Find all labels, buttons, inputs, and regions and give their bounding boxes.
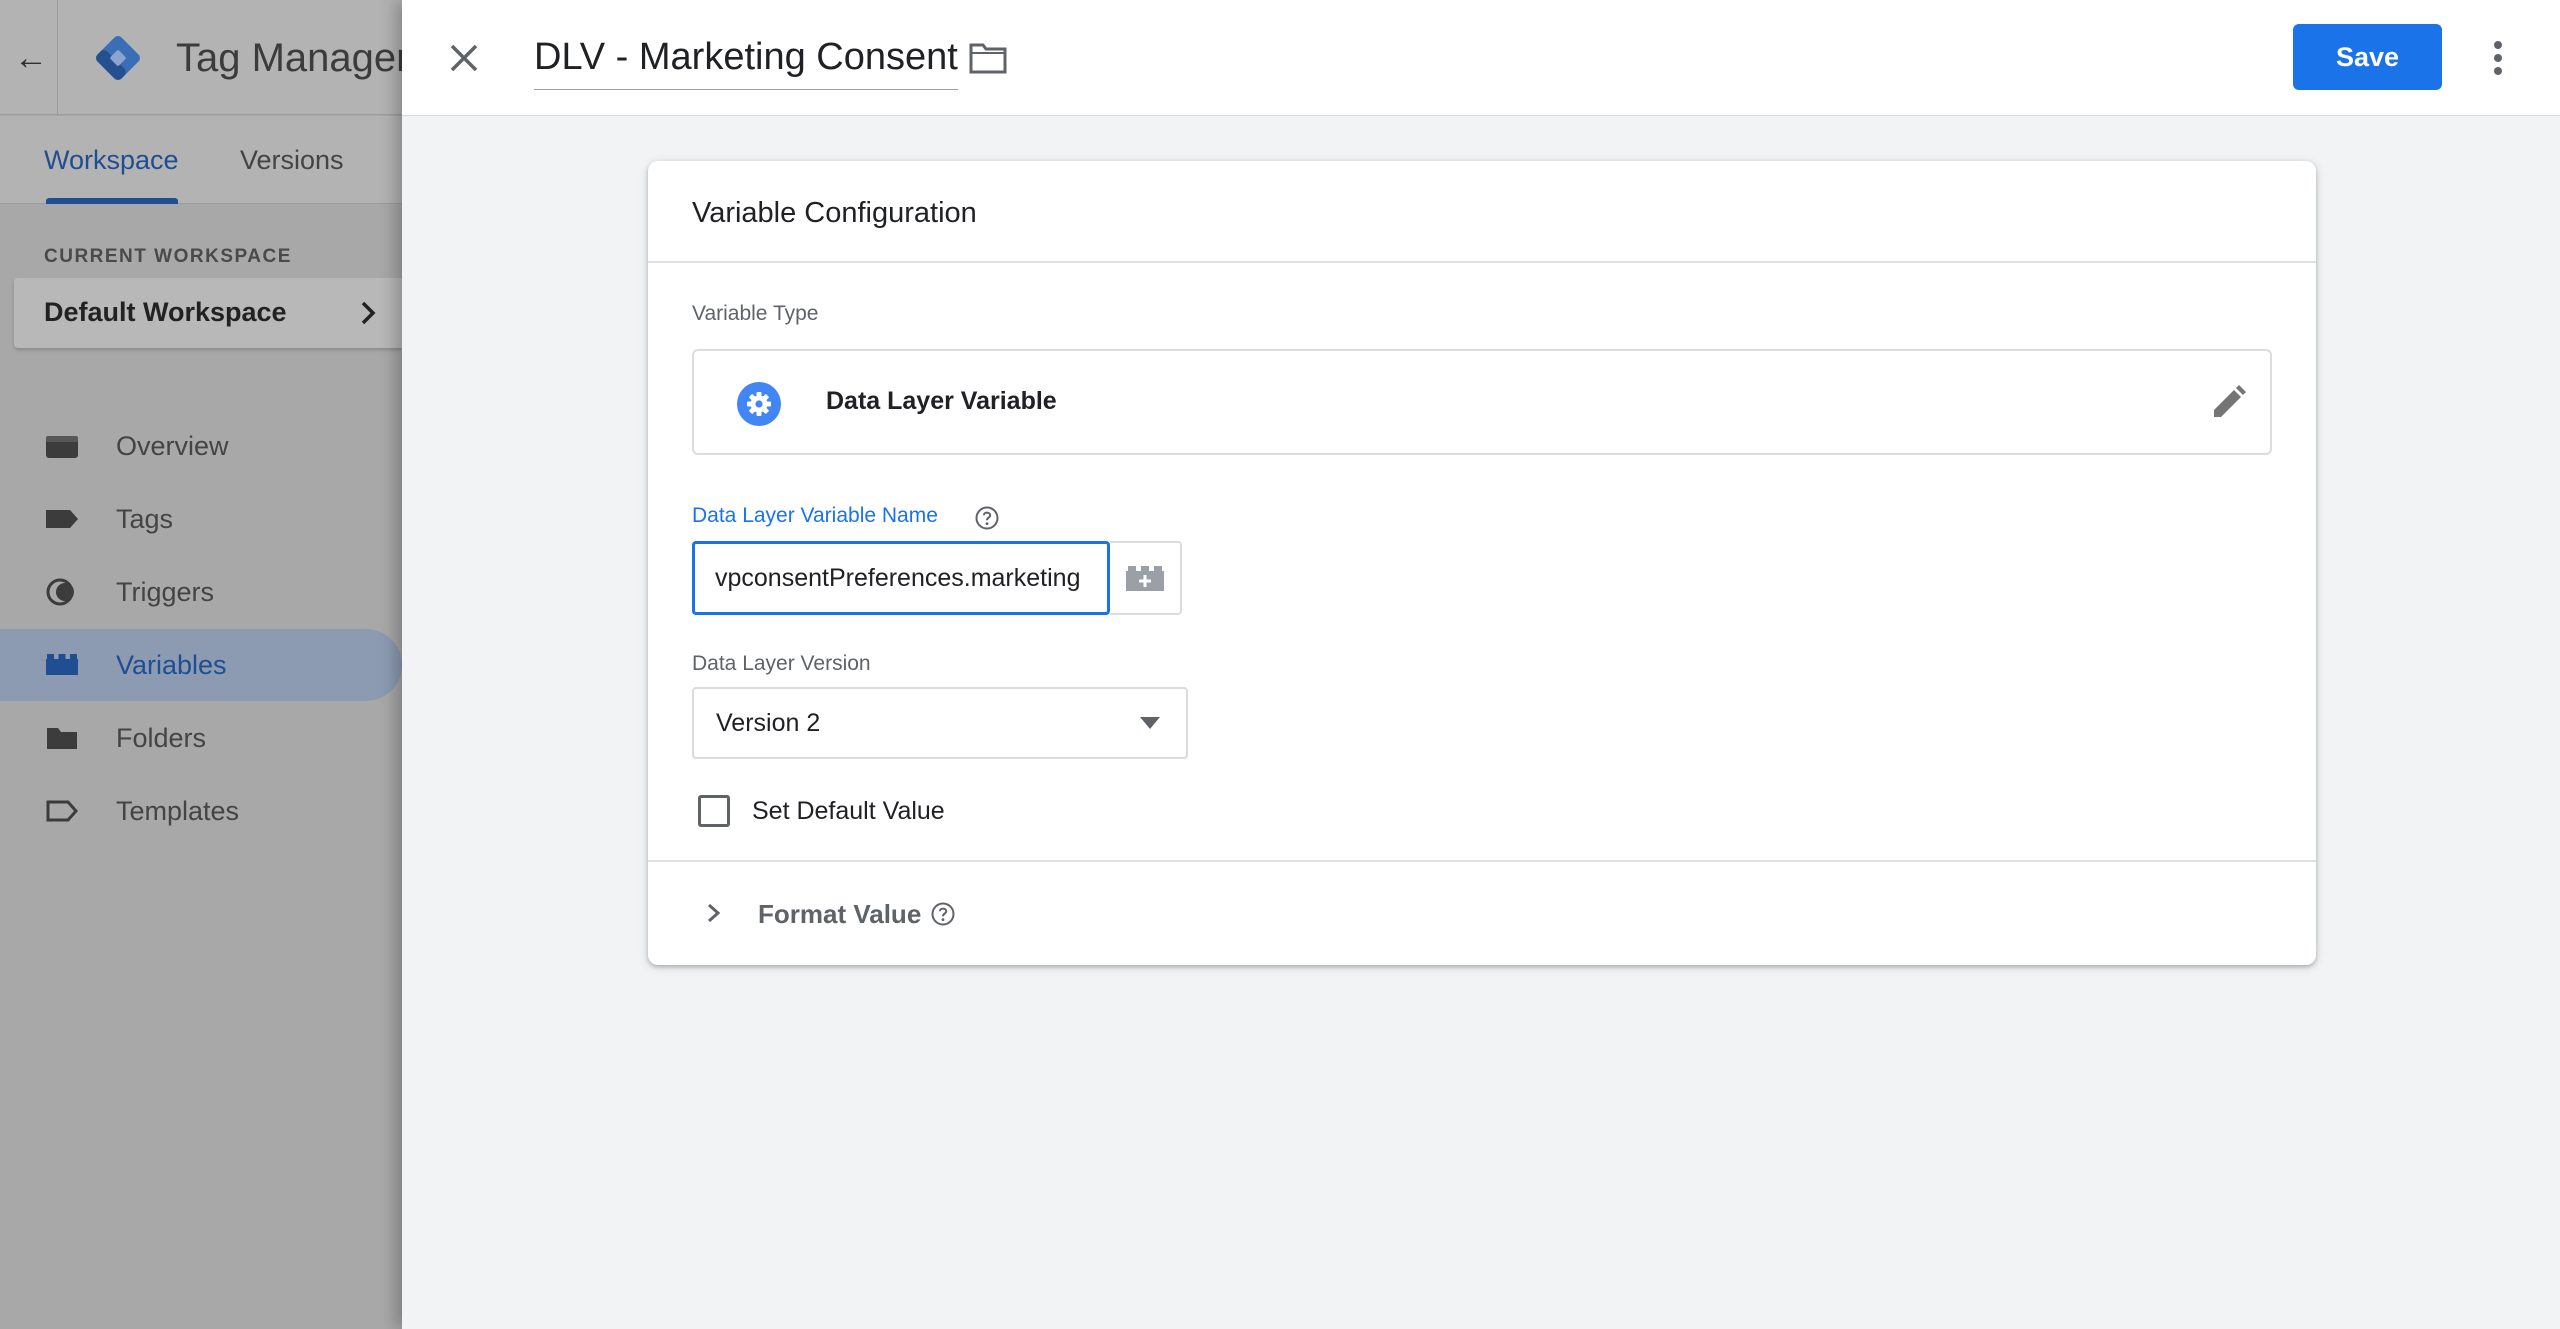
workspace-selector[interactable]: Default Workspace [14, 278, 402, 348]
sidebar-item-folders[interactable]: Folders [0, 702, 402, 774]
help-icon[interactable] [930, 901, 956, 927]
close-icon[interactable] [442, 36, 486, 80]
variable-name-field[interactable]: DLV - Marketing Consent [534, 30, 958, 90]
app-root: ← Tag Manager Workspace Versions CURRENT… [0, 0, 2560, 1329]
edit-pencil-icon[interactable] [2208, 383, 2248, 423]
sidebar-item-templates[interactable]: Templates [0, 775, 402, 847]
format-value-toggle[interactable]: Format Value [758, 899, 921, 930]
tab-versions[interactable]: Versions [240, 144, 344, 176]
save-button[interactable]: Save [2293, 24, 2442, 90]
tag-icon [46, 510, 78, 528]
chevron-right-icon[interactable] [702, 898, 726, 928]
variable-configuration-card: Variable Configuration Variable Type Dat… [648, 161, 2316, 965]
editor-header: DLV - Marketing Consent Save [402, 0, 2560, 116]
default-value-label: Set Default Value [752, 797, 945, 825]
sidebar-item-label: Triggers [116, 577, 215, 607]
help-icon[interactable] [974, 505, 1000, 531]
chevron-right-icon [361, 301, 376, 325]
more-vert-icon[interactable] [2474, 36, 2522, 80]
sidebar-item-label: Tags [116, 504, 174, 534]
folder-icon[interactable] [968, 40, 1008, 76]
dropdown-arrow-icon [1140, 717, 1160, 729]
active-tab-indicator [46, 198, 178, 204]
tab-workspace[interactable]: Workspace [44, 144, 179, 176]
sidebar-item-label: Variables [116, 650, 227, 680]
background-app: ← Tag Manager Workspace Versions CURRENT… [0, 0, 402, 1329]
settings-gear-icon [737, 382, 781, 426]
tag-manager-logo-icon [96, 36, 140, 80]
sidebar-item-label: Templates [116, 796, 240, 826]
sidebar-item-tags[interactable]: Tags [0, 483, 402, 555]
variable-type-label: Variable Type [692, 302, 819, 325]
variable-type-name: Data Layer Variable [826, 387, 1057, 415]
dlv-version-select[interactable]: Version 2 [692, 687, 1188, 759]
workspace-name: Default Workspace [44, 297, 287, 327]
sidebar-item-label: Folders [116, 723, 207, 753]
card-title: Variable Configuration [692, 197, 977, 229]
header-divider [57, 0, 58, 115]
dlv-version-label: Data Layer Version [692, 652, 871, 675]
variable-name: DLV - Marketing Consent [534, 36, 958, 78]
app-header: ← Tag Manager [0, 0, 402, 115]
variable-editor-panel: DLV - Marketing Consent Save Variable Co… [402, 0, 2560, 1329]
dlv-version-value: Version 2 [716, 709, 821, 737]
variable-type-selector[interactable]: Data Layer Variable [692, 349, 2272, 455]
folder-icon [47, 728, 77, 749]
trigger-icon [46, 578, 74, 606]
variables-icon [46, 654, 78, 675]
overview-icon [46, 436, 78, 458]
variable-picker-icon [1126, 566, 1164, 591]
dlv-name-label: Data Layer Variable Name [692, 504, 938, 527]
workspace-tabs: Workspace Versions [0, 116, 402, 204]
card-divider [648, 261, 2316, 263]
section-divider [648, 860, 2316, 862]
insert-variable-button[interactable] [1110, 541, 1182, 615]
default-value-checkbox[interactable] [698, 795, 730, 827]
sidebar-item-overview[interactable]: Overview [0, 410, 402, 482]
current-workspace-label: CURRENT WORKSPACE [44, 246, 292, 267]
dlv-name-input[interactable] [692, 541, 1110, 615]
sidebar-item-triggers[interactable]: Triggers [0, 556, 402, 628]
sidebar-item-label: Overview [116, 431, 229, 461]
sidebar-item-variables[interactable]: Variables [0, 629, 402, 701]
template-icon [46, 800, 79, 822]
app-title: Tag Manager [176, 36, 402, 80]
arrow-back-icon[interactable]: ← [14, 38, 48, 78]
